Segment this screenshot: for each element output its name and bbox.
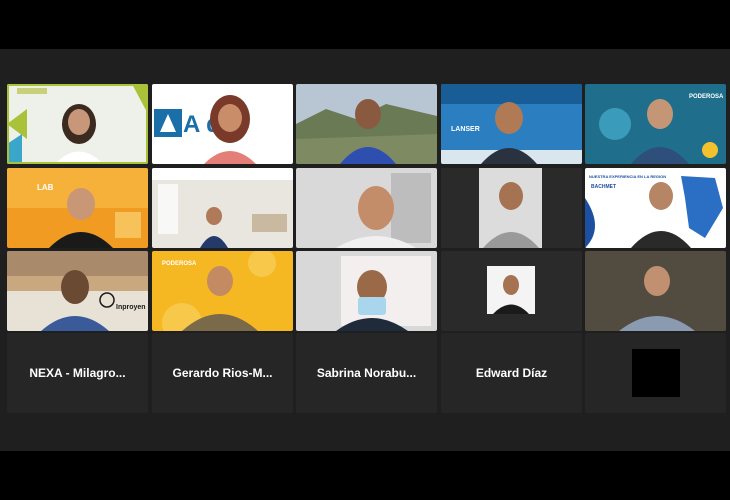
video-tile-7[interactable]: [152, 168, 293, 248]
participant-video-6: LAB: [7, 168, 148, 248]
participant-video-15: [585, 251, 726, 331]
video-tile-11[interactable]: Inproyen: [7, 251, 148, 331]
participant-video-14: [441, 251, 582, 331]
video-tile-14[interactable]: [441, 251, 582, 331]
participant-tile-blank[interactable]: [585, 333, 726, 413]
participant-video-4: LANSER: [441, 84, 582, 164]
video-tile-4[interactable]: LANSER: [441, 84, 582, 164]
video-tile-1[interactable]: [7, 84, 148, 164]
participant-video-1: [7, 84, 148, 164]
participant-name: Sabrina Norabu...: [316, 366, 417, 380]
background-text: LAB: [37, 183, 54, 192]
video-tile-6[interactable]: LAB: [7, 168, 148, 248]
participant-video-9: [441, 168, 582, 248]
participant-tile-gerardo[interactable]: Gerardo Rios-M...: [152, 333, 293, 413]
participant-video-13: [296, 251, 437, 331]
video-tile-8[interactable]: [296, 168, 437, 248]
background-text: PODEROSA: [689, 94, 724, 100]
participant-video-8: [296, 168, 437, 248]
participant-tile-nexa[interactable]: NEXA - Milagro...: [7, 333, 148, 413]
video-tile-5[interactable]: PODEROSA: [585, 84, 726, 164]
video-tile-9[interactable]: [441, 168, 582, 248]
background-text: Inproyen: [116, 304, 146, 311]
background-text: NUESTRA EXPERIENCIA EN LA REGION: [589, 174, 666, 179]
video-tile-10[interactable]: NUESTRA EXPERIENCIA EN LA REGION BACHMET: [585, 168, 726, 248]
participant-video-7: [152, 168, 293, 248]
participant-name: NEXA - Milagro...: [29, 366, 126, 380]
participant-video-10: NUESTRA EXPERIENCIA EN LA REGION BACHMET: [585, 168, 726, 248]
participant-tile-edward[interactable]: Edward Díaz: [441, 333, 582, 413]
video-tile-12[interactable]: PODEROSA: [152, 251, 293, 331]
video-tile-3[interactable]: [296, 84, 437, 164]
background-text: PODEROSA: [162, 261, 197, 267]
avatar: [632, 349, 680, 397]
background-text: BACHMET: [591, 184, 616, 190]
participant-tile-sabrina[interactable]: Sabrina Norabu...: [296, 333, 437, 413]
video-tile-15[interactable]: [585, 251, 726, 331]
video-tile-2[interactable]: A des: [152, 84, 293, 164]
participant-video-12: PODEROSA: [152, 251, 293, 331]
participant-video-2: A des: [152, 84, 293, 164]
participant-name: Gerardo Rios-M...: [172, 366, 273, 380]
background-text: LANSER: [451, 126, 480, 133]
participant-video-3: [296, 84, 437, 164]
participant-name: Edward Díaz: [475, 366, 548, 380]
participant-video-5: PODEROSA: [585, 84, 726, 164]
participant-video-11: Inproyen: [7, 251, 148, 331]
video-tile-13[interactable]: [296, 251, 437, 331]
